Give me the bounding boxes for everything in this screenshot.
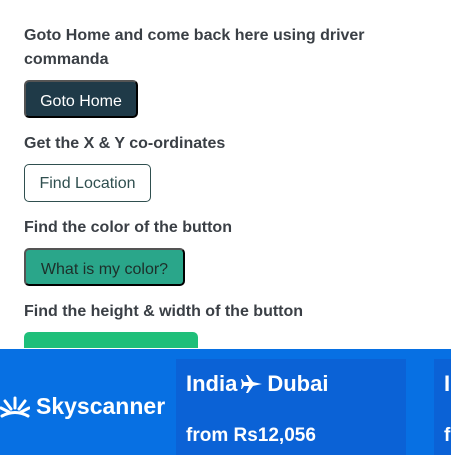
route-title-next: I [444, 371, 451, 396]
deal-price: from Rs12,056 [186, 425, 316, 446]
practice-card: Goto Home and come back here using drive… [0, 0, 451, 348]
goto-home-label: Goto Home and come back here using drive… [24, 27, 365, 68]
route-origin: India [186, 371, 238, 396]
sunrise-icon [0, 396, 30, 417]
skyscanner-ad-banner[interactable]: Skyscanner India Dubai from Rs12,056 I f [0, 349, 451, 455]
skyscanner-logo: Skyscanner [0, 393, 165, 420]
route-destination: Dubai [267, 371, 329, 396]
find-location-button[interactable]: Find Location [24, 164, 151, 202]
location-label: Get the X & Y co-ordinates [24, 135, 226, 152]
color-label: Find the color of the button [24, 219, 232, 236]
what-is-my-color-button[interactable]: What is my color? [24, 248, 185, 286]
goto-home-button[interactable]: Goto Home [24, 80, 138, 118]
brand-name: Skyscanner [36, 393, 166, 419]
height-width-button[interactable] [24, 332, 198, 348]
size-label: Find the height & width of the button [24, 303, 304, 320]
airplane-icon [241, 371, 263, 397]
deal-card-next[interactable]: I f [434, 359, 451, 455]
deal-card[interactable]: India Dubai from Rs12,056 [176, 359, 406, 455]
route-title: India Dubai [186, 371, 328, 397]
deal-price-next: f [444, 425, 451, 446]
